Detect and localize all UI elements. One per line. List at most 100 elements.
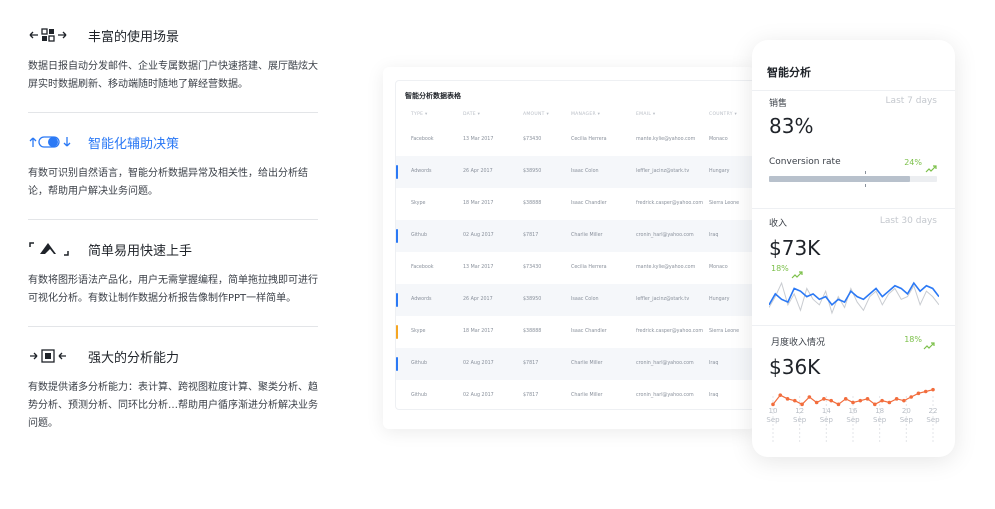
sales-period[interactable]: Last 7 days: [886, 96, 937, 106]
monthly-point: [916, 391, 921, 396]
cell-country: Sierra Leone: [709, 329, 740, 334]
monthly-income-section: 月度收入情况 18% $36K 10 Sep 12 Sep 14 Sep 16 Sep 18 Se…: [752, 325, 955, 457]
monthly-point: [909, 395, 913, 399]
income-sparkline: [769, 281, 939, 315]
cell-country: Monaco: [709, 137, 728, 142]
monthly-point: [851, 400, 855, 405]
income-change: 18%: [771, 264, 789, 273]
trend-up-icon: [923, 335, 935, 354]
column-header-email[interactable]: EMAIL ▾: [636, 112, 655, 117]
focus-square-icon: [28, 347, 78, 365]
feature-list: 丰富的使用场景 数据日报自动分发邮件、企业专属数据门户快速搭建、展厅酷炫大屏实时…: [28, 22, 318, 451]
feature-scenes[interactable]: 丰富的使用场景 数据日报自动分发邮件、企业专属数据门户快速搭建、展厅酷炫大屏实时…: [28, 22, 318, 112]
table-row[interactable]: Skype 18 Mar 2017 $38888 Isaac Chandler fred…: [396, 188, 755, 220]
feature-title: 简单易用快速上手: [88, 243, 193, 259]
monthly-point: [807, 395, 812, 399]
cell-email: leffler_jacinz@stark.tv: [636, 169, 690, 174]
x-axis-label: 22 Sep: [926, 407, 940, 424]
row-status-marker: [396, 229, 398, 243]
column-header-amount[interactable]: AMOUNT ▾: [523, 112, 549, 117]
cell-email: cronin_harl@yahoo.com: [636, 233, 694, 238]
monthly-point: [814, 400, 819, 405]
monthly-point: [894, 397, 899, 401]
table-row[interactable]: Facebook 13 Mar 2017 $73430 Cecilia Herrera…: [396, 124, 755, 156]
row-status-marker: [396, 293, 398, 307]
feature-desc: 有数提供诸多分析能力：表计算、跨视图粒度计算、聚类分析、趋势分析、预测分析、同环…: [28, 382, 318, 429]
cell-country: Hungary: [709, 169, 730, 174]
cell-email: cronin_harl@yahoo.com: [636, 393, 694, 398]
table-row[interactable]: Facebook 13 Mar 2017 $73430 Cecilia Herrera…: [396, 252, 755, 284]
cell-country: Sierra Leone: [709, 201, 740, 206]
data-table: 智能分析数据表格 TYPE ▾ DATE ▾ AMOUNT ▾ MANAGER …: [395, 80, 755, 410]
trend-up-icon: [925, 158, 937, 177]
conversion-label: Conversion rate: [769, 157, 841, 167]
feature-analysis-power[interactable]: 强大的分析能力 有数提供诸多分析能力：表计算、跨视图粒度计算、聚类分析、趋势分析…: [28, 326, 318, 451]
cell-manager: Charlie Miller: [571, 393, 603, 398]
cell-date: 13 Mar 2017: [463, 137, 494, 142]
scenes-icon: [28, 26, 78, 44]
cell-type: Facebook: [411, 137, 434, 142]
row-status-marker: [396, 165, 398, 179]
feature-desc: 数据日报自动分发邮件、企业专属数据门户快速搭建、展厅酷炫大屏实时数据刷新、移动端…: [28, 61, 318, 90]
x-axis-label: 12 Sep: [793, 407, 807, 424]
cell-type: Adwords: [411, 297, 432, 302]
cell-date: 26 Apr 2017: [463, 297, 493, 302]
cell-manager: Charlie Miller: [571, 361, 603, 366]
conversion-bar: [769, 176, 937, 182]
cell-type: Github: [411, 361, 428, 366]
feature-easy-to-use[interactable]: 简单易用快速上手 有数将图形语法产品化，用户无需掌握编程，简单拖拉拽即可进行可视…: [28, 219, 318, 326]
cell-country: Iraq: [709, 361, 719, 366]
monthly-point: [822, 397, 826, 401]
monthly-point: [865, 397, 870, 401]
monthly-point: [800, 402, 804, 407]
income-series-b: [769, 281, 939, 315]
column-header-manager[interactable]: MANAGER ▾: [571, 112, 600, 117]
monthly-point: [778, 393, 783, 397]
table-row[interactable]: Adwords 26 Apr 2017 $38950 Isaac Colon leffl…: [396, 156, 755, 188]
cell-amount: $38888: [523, 201, 542, 206]
feature-smart-decision[interactable]: 智能化辅助决策 有数可识别自然语言，智能分析数据异常及相关性，给出分析结论，帮助…: [28, 112, 318, 219]
table-row[interactable]: Github 02 Aug 2017 $7817 Charlie Miller cron…: [396, 348, 755, 380]
monthly-point: [836, 402, 841, 407]
monthly-change: 18%: [904, 335, 922, 344]
table-title: 智能分析数据表格: [405, 92, 461, 100]
cell-manager: Isaac Colon: [571, 297, 599, 302]
feature-desc: 有数将图形语法产品化，用户无需掌握编程，简单拖拉拽即可进行可视化分析。有数让制作…: [28, 275, 318, 304]
cell-country: Iraq: [709, 233, 719, 238]
cell-type: Skype: [411, 201, 426, 206]
column-header-country[interactable]: COUNTRY ▾: [709, 112, 737, 117]
cell-type: Facebook: [411, 265, 434, 270]
conversion-bar-fill: [769, 176, 911, 182]
x-axis-label: 20 Sep: [899, 407, 913, 424]
cell-amount: $7817: [523, 361, 539, 366]
sales-value: 83%: [769, 114, 814, 138]
cell-email: fredrick.casper@yahoo.com: [636, 201, 704, 206]
cell-manager: Cecilia Herrera: [571, 265, 607, 270]
monthly-point: [793, 398, 797, 403]
column-header-type[interactable]: TYPE ▾: [411, 112, 428, 117]
column-header-date[interactable]: DATE ▾: [463, 112, 480, 117]
row-status-marker: [396, 325, 398, 339]
analytics-title: 智能分析: [767, 66, 811, 79]
monthly-point: [771, 402, 775, 407]
cell-amount: $38888: [523, 329, 542, 334]
feature-title: 智能化辅助决策: [88, 136, 180, 152]
cell-email: mante.kylie@yahoo.com: [636, 265, 696, 270]
sales-label: 销售: [769, 99, 788, 109]
cell-date: 02 Aug 2017: [463, 233, 494, 238]
table-row[interactable]: Github 02 Aug 2017 $7817 Charlie Miller cron…: [396, 380, 755, 412]
triangle-frame-icon: [28, 240, 78, 258]
table-row[interactable]: Github 02 Aug 2017 $7817 Charlie Miller cron…: [396, 220, 755, 252]
income-period[interactable]: Last 30 days: [880, 216, 937, 226]
row-status-marker: [396, 357, 398, 371]
table-header: TYPE ▾ DATE ▾ AMOUNT ▾ MANAGER ▾ EMAIL ▾…: [396, 108, 755, 124]
cell-manager: Isaac Chandler: [571, 329, 607, 334]
monthly-value: $36K: [769, 355, 821, 379]
x-axis-label: 14 Sep: [819, 407, 833, 424]
cell-type: Github: [411, 233, 428, 238]
table-row[interactable]: Skype 18 Mar 2017 $38888 Isaac Chandler fred…: [396, 316, 755, 348]
monthly-point: [858, 398, 863, 403]
monthly-point: [843, 397, 848, 401]
monthly-point: [785, 397, 790, 401]
table-row[interactable]: Adwords 26 Apr 2017 $38950 Isaac Colon leffl…: [396, 284, 755, 316]
